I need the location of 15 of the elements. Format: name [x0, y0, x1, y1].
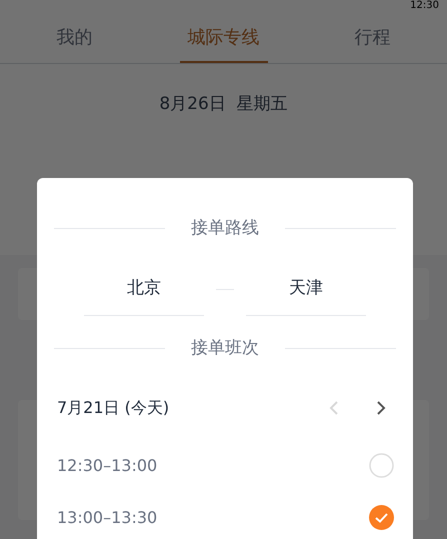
time-slot: 12:30–13:00 — [57, 454, 369, 478]
radio-button[interactable] — [369, 505, 394, 530]
tab[interactable]: 我的 — [48, 14, 100, 63]
input-field[interactable]: 天津 — [246, 276, 366, 316]
radio-button[interactable] — [369, 453, 394, 478]
input-field[interactable]: 北京 — [84, 276, 204, 316]
chevron-right-icon[interactable] — [376, 400, 386, 416]
tab[interactable]: 城际专线 — [180, 14, 268, 63]
time-slot: 13:00–13:30 — [57, 506, 369, 530]
section-title: 接单班次 — [191, 337, 259, 360]
section-title: 接单路线 — [191, 217, 259, 240]
date-text: 8月26日 星期五 — [158, 93, 289, 116]
day-label: 7月21日 (今天) — [57, 396, 170, 418]
tab[interactable]: 行程 — [346, 14, 398, 63]
status-time: 12:30 — [410, 0, 439, 12]
